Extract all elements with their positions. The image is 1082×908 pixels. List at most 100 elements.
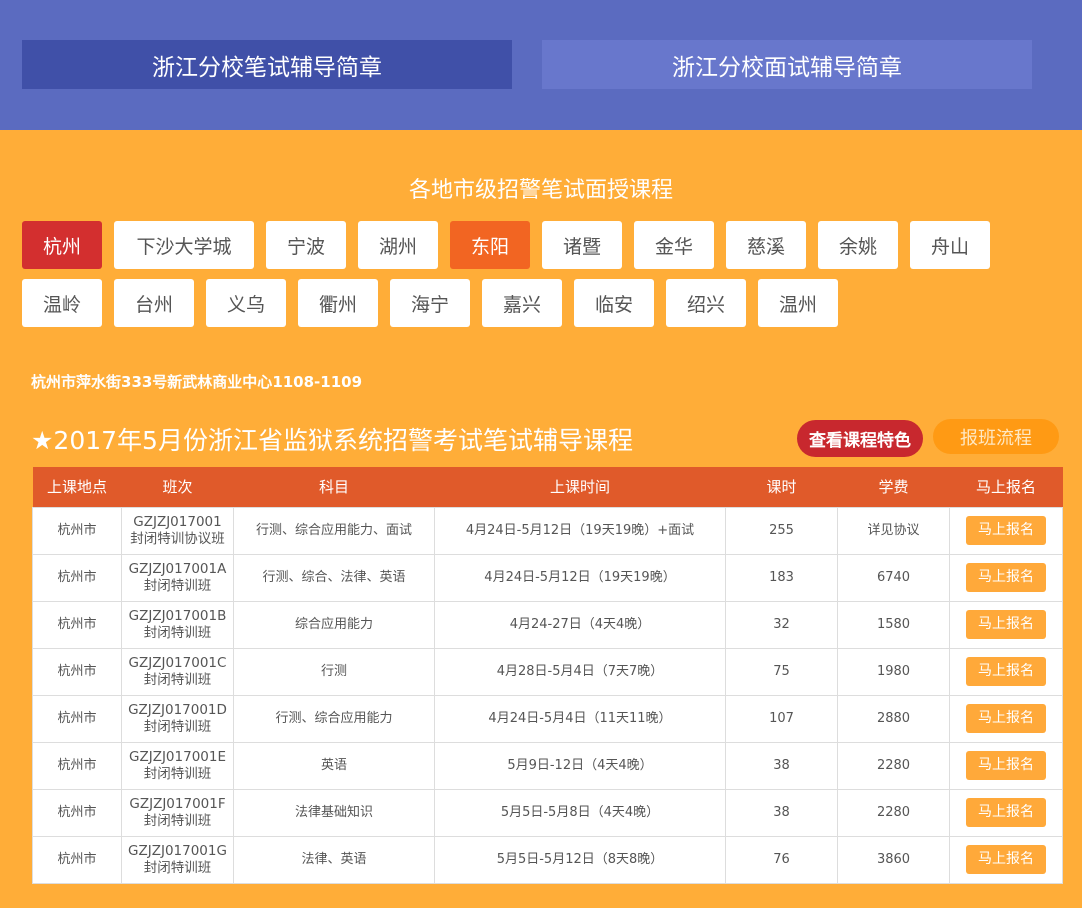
cell-location: 杭州市 <box>32 553 122 602</box>
city-button[interactable]: 义乌 <box>206 279 286 327</box>
cell-time: 4月24日-5月4日（11天11晚） <box>434 694 726 743</box>
signup-button[interactable]: 马上报名 <box>966 610 1046 639</box>
city-button[interactable]: 东阳 <box>450 221 530 269</box>
cell-location: 杭州市 <box>32 835 122 884</box>
header-class: 班次 <box>162 478 193 497</box>
header-hours: 课时 <box>766 478 797 497</box>
tab-interview-guide[interactable]: 浙江分校面试辅导简章 <box>542 40 1032 89</box>
view-features-button[interactable]: 查看课程特色 <box>797 420 923 457</box>
cell-signup: 马上报名 <box>949 741 1063 790</box>
address-text: 杭州市萍水街333号新武林商业中心1108-1109 <box>31 373 363 391</box>
city-button[interactable]: 慈溪 <box>726 221 806 269</box>
cell-signup: 马上报名 <box>949 788 1063 837</box>
cell-signup: 马上报名 <box>949 600 1063 649</box>
city-button[interactable]: 金华 <box>634 221 714 269</box>
course-table: 上课地点 班次 科目 上课时间 课时 学费 马上报名 杭州市 GZJZJ01700… <box>32 467 1063 884</box>
cell-location: 杭州市 <box>32 506 122 555</box>
city-button[interactable]: 临安 <box>574 279 654 327</box>
signup-button[interactable]: 马上报名 <box>966 516 1046 545</box>
cell-class: GZJZJ017001C 封闭特训班 <box>121 647 234 696</box>
city-button[interactable]: 台州 <box>114 279 194 327</box>
city-button[interactable]: 杭州 <box>22 221 102 269</box>
city-button[interactable]: 湖州 <box>358 221 438 269</box>
cell-signup: 马上报名 <box>949 694 1063 743</box>
cell-fee: 详见协议 <box>837 506 950 555</box>
cell-hours: 32 <box>725 600 838 649</box>
cell-fee: 1580 <box>837 600 950 649</box>
signup-button[interactable]: 马上报名 <box>966 845 1046 874</box>
city-button[interactable]: 嘉兴 <box>482 279 562 327</box>
table-row: 杭州市 GZJZJ017001F 封闭特训班 法律基础知识 5月5日-5月8日（4天4… <box>32 788 1063 837</box>
header-time: 上课时间 <box>549 478 610 497</box>
cell-fee: 3860 <box>837 835 950 884</box>
enrollment-process-button[interactable]: 报班流程 <box>933 419 1059 454</box>
cell-fee: 2880 <box>837 694 950 743</box>
cell-location: 杭州市 <box>32 694 122 743</box>
cell-signup: 马上报名 <box>949 506 1063 555</box>
signup-button[interactable]: 马上报名 <box>966 798 1046 827</box>
cell-fee: 2280 <box>837 741 950 790</box>
city-button[interactable]: 舟山 <box>910 221 990 269</box>
table-row: 杭州市 GZJZJ017001B 封闭特训班 综合应用能力 4月24-27日（4天4晚… <box>32 600 1063 649</box>
cell-subjects: 行测、综合、法律、英语 <box>233 553 435 602</box>
cell-class: GZJZJ017001F 封闭特训班 <box>121 788 234 837</box>
cell-time: 5月5日-5月8日（4天4晚） <box>434 788 726 837</box>
signup-button[interactable]: 马上报名 <box>966 704 1046 733</box>
cell-subjects: 综合应用能力 <box>233 600 435 649</box>
city-button[interactable]: 绍兴 <box>666 279 746 327</box>
cell-time: 5月5日-5月12日（8天8晚） <box>434 835 726 884</box>
header-signup: 马上报名 <box>975 478 1036 497</box>
table-row: 杭州市 GZJZJ017001E 封闭特训班 英语 5月9日-12日（4天4晚） 38 2… <box>32 741 1063 790</box>
city-button[interactable]: 温岭 <box>22 279 102 327</box>
cell-signup: 马上报名 <box>949 647 1063 696</box>
cell-subjects: 行测 <box>233 647 435 696</box>
cell-subjects: 行测、综合应用能力 <box>233 694 435 743</box>
header-location: 上课地点 <box>46 478 107 497</box>
city-button[interactable]: 温州 <box>758 279 838 327</box>
cell-signup: 马上报名 <box>949 835 1063 884</box>
signup-button[interactable]: 马上报名 <box>966 751 1046 780</box>
city-button[interactable]: 余姚 <box>818 221 898 269</box>
city-button[interactable]: 下沙大学城 <box>114 221 254 269</box>
cell-location: 杭州市 <box>32 788 122 837</box>
cell-time: 4月28日-5月4日（7天7晚） <box>434 647 726 696</box>
section-title: 各地市级招警笔试面授课程 <box>408 178 673 203</box>
table-row: 杭州市 GZJZJ017001C 封闭特训班 行测 4月28日-5月4日（7天7晚） 7… <box>32 647 1063 696</box>
city-button[interactable]: 海宁 <box>390 279 470 327</box>
cell-fee: 2280 <box>837 788 950 837</box>
cell-class: GZJZJ017001G 封闭特训班 <box>121 835 234 884</box>
cell-fee: 1980 <box>837 647 950 696</box>
cell-time: 4月24日-5月12日（19天19晚） <box>434 553 726 602</box>
cell-hours: 183 <box>725 553 838 602</box>
header-subjects: 科目 <box>318 478 349 497</box>
tab-written-exam-guide[interactable]: 浙江分校笔试辅导简章 <box>22 40 512 89</box>
cell-class: GZJZJ017001D 封闭特训班 <box>121 694 234 743</box>
cell-class: GZJZJ017001B 封闭特训班 <box>121 600 234 649</box>
cell-subjects: 行测、综合应用能力、面试 <box>233 506 435 555</box>
cell-location: 杭州市 <box>32 600 122 649</box>
cell-hours: 76 <box>725 835 838 884</box>
table-row: 杭州市 GZJZJ017001A 封闭特训班 行测、综合、法律、英语 4月24日-5月… <box>32 553 1063 602</box>
cell-subjects: 法律基础知识 <box>233 788 435 837</box>
cell-hours: 107 <box>725 694 838 743</box>
cell-location: 杭州市 <box>32 741 122 790</box>
city-button[interactable]: 诸暨 <box>542 221 622 269</box>
cell-class: GZJZJ017001E 封闭特训班 <box>121 741 234 790</box>
header-fee: 学费 <box>878 478 909 497</box>
header-band: 浙江分校笔试辅导简章 浙江分校面试辅导简章 <box>0 0 1082 130</box>
cell-fee: 6740 <box>837 553 950 602</box>
course-title: ★2017年5月份浙江省监狱系统招警考试笔试辅导课程 <box>31 426 633 455</box>
cell-class: GZJZJ017001 封闭特训协议班 <box>121 506 234 555</box>
cell-signup: 马上报名 <box>949 553 1063 602</box>
table-row: 杭州市 GZJZJ017001D 封闭特训班 行测、综合应用能力 4月24日-5月4日… <box>32 694 1063 743</box>
signup-button[interactable]: 马上报名 <box>966 657 1046 686</box>
table-row: 杭州市 GZJZJ017001G 封闭特训班 法律、英语 5月5日-5月12日（8天8… <box>32 835 1063 884</box>
city-button[interactable]: 宁波 <box>266 221 346 269</box>
cell-location: 杭州市 <box>32 647 122 696</box>
cell-hours: 38 <box>725 788 838 837</box>
cell-time: 4月24-27日（4天4晚） <box>434 600 726 649</box>
city-button[interactable]: 衢州 <box>298 279 378 327</box>
signup-button[interactable]: 马上报名 <box>966 563 1046 592</box>
cell-subjects: 法律、英语 <box>233 835 435 884</box>
cell-hours: 38 <box>725 741 838 790</box>
